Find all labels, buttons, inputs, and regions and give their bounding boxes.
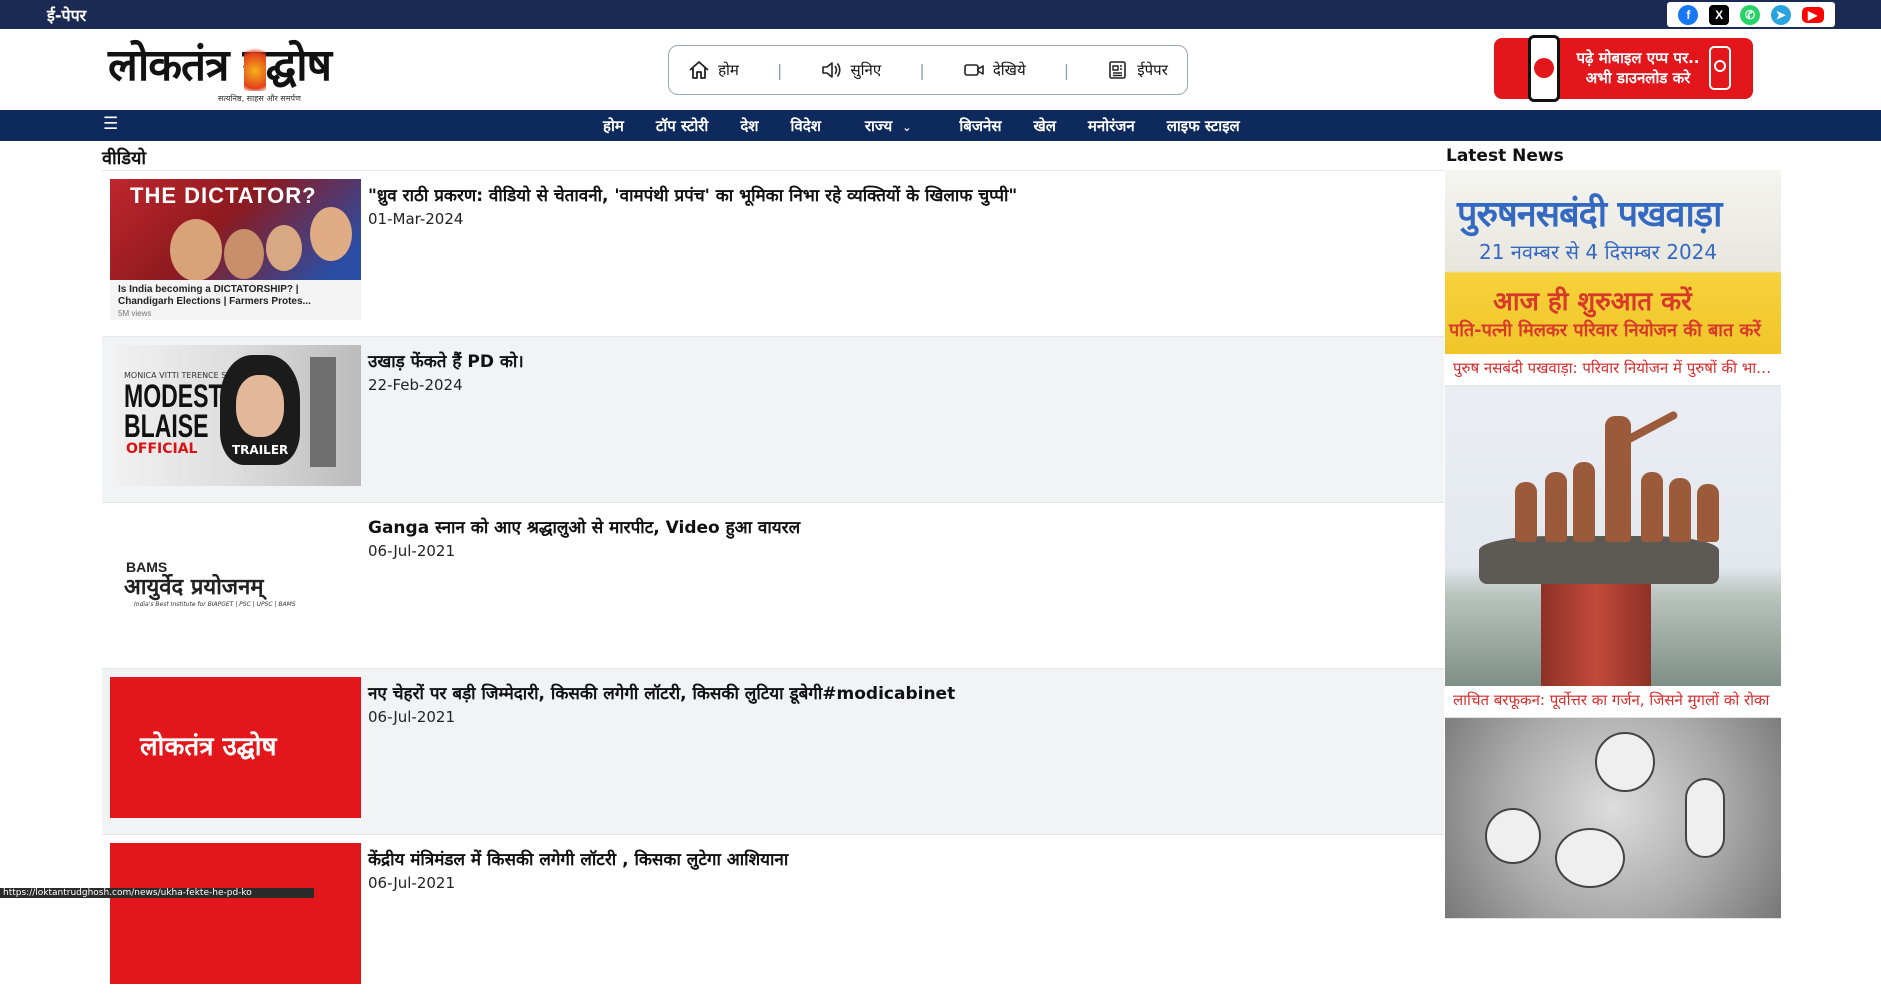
x-icon[interactable]: X bbox=[1709, 4, 1730, 25]
latest-news-caption[interactable]: पुरुष नसबंदी पखवाड़ा: परिवार नियोजन में … bbox=[1445, 354, 1781, 385]
video-date: 06-Jul-2021 bbox=[368, 542, 456, 560]
video-thumbnail[interactable]: MONICA VITTI TERENCE STAMP MODESTY BLAIS… bbox=[110, 345, 361, 486]
video-date: 06-Jul-2021 bbox=[368, 708, 456, 726]
section-title: वीडियो bbox=[102, 148, 147, 169]
phone-icon bbox=[1528, 35, 1560, 102]
video-thumbnail[interactable]: लोकतंत्र उद्घोष bbox=[110, 677, 361, 818]
youtube-icon[interactable]: ▶ bbox=[1801, 6, 1824, 23]
app-banner-line2: अभी डाउनलोड करे bbox=[1585, 69, 1691, 87]
thumb-headline: आयुर्वेद प्रयोजनम् bbox=[124, 574, 264, 600]
latest-news-image[interactable] bbox=[1445, 386, 1781, 686]
menu-icon[interactable]: ☰ bbox=[103, 114, 118, 134]
video-row[interactable]: MONICA VITTI TERENCE STAMP MODESTY BLAIS… bbox=[102, 336, 1444, 502]
top-bar: ई-पेपर f X ✆ ➤ ▶ bbox=[0, 0, 1881, 29]
video-thumbnail[interactable]: THE DICTATOR? Is India becoming a DICTAT… bbox=[110, 179, 361, 320]
separator: | bbox=[1063, 60, 1070, 80]
nav-home[interactable]: होम bbox=[603, 116, 624, 136]
nav-top-story[interactable]: टॉप स्टोरी bbox=[656, 116, 709, 136]
thumb-tag-official: OFFICIAL bbox=[126, 441, 198, 457]
quicknav-home[interactable]: होम bbox=[688, 60, 739, 80]
image-text-title: पुरुषनसबंदी पखवाड़ा bbox=[1457, 193, 1722, 235]
quick-nav: होम | सुनिए | देखिये | ईपेपर bbox=[668, 45, 1188, 95]
quicknav-watch[interactable]: देखिये bbox=[963, 60, 1026, 80]
app-banner-line1: पढ़े मोबाइल एप्प पर.. bbox=[1576, 49, 1700, 67]
nav-items: होम टॉप स्टोरी देश विदेश राज्य ⌄ बिजनेस ख… bbox=[603, 110, 1272, 141]
latest-news-list: पुरुषनसबंदी पखवाड़ा 21 नवम्बर से 4 दिसम्… bbox=[1445, 170, 1781, 919]
quicknav-epaper[interactable]: ईपेपर bbox=[1107, 60, 1168, 80]
thumb-headline: THE DICTATOR? bbox=[130, 183, 317, 208]
logo-flame-icon bbox=[244, 41, 266, 91]
nav-entertainment[interactable]: मनोरंजन bbox=[1088, 116, 1135, 136]
quicknav-listen-label: सुनिए bbox=[850, 61, 882, 79]
video-thumbnail[interactable]: BAMS आयुर्वेद प्रयोजनम् India's Best Ins… bbox=[110, 511, 361, 652]
video-row[interactable]: लोकतंत्र उद्घोष नए चेहरों पर बड़ी जिम्मे… bbox=[102, 668, 1444, 834]
nav-country[interactable]: देश bbox=[740, 116, 758, 136]
site-header: लोकतंत्र उद्घोष सत्यनिष्ठ, साहस और समर्प… bbox=[0, 29, 1881, 110]
thumb-tagline: India's Best Institute for BIAPGET | PSC… bbox=[134, 601, 296, 608]
latest-news-card[interactable] bbox=[1445, 718, 1781, 919]
latest-news-image[interactable]: पुरुषनसबंदी पखवाड़ा 21 नवम्बर से 4 दिसम्… bbox=[1445, 170, 1781, 354]
video-date: 22-Feb-2024 bbox=[368, 376, 463, 394]
facebook-icon[interactable]: f bbox=[1678, 4, 1699, 25]
video-date: 01-Mar-2024 bbox=[368, 210, 464, 228]
image-text-dates: 21 नवम्बर से 4 दिसम्बर 2024 bbox=[1479, 240, 1718, 264]
app-banner-text: पढ़े मोबाइल एप्प पर.. अभी डाउनलोड करे bbox=[1572, 48, 1704, 88]
download-icon bbox=[1709, 46, 1731, 90]
nav-states[interactable]: राज्य ⌄ bbox=[865, 116, 912, 136]
app-download-banner[interactable]: पढ़े मोबाइल एप्प पर.. अभी डाउनलोड करे bbox=[1494, 35, 1753, 102]
newspaper-icon bbox=[1107, 60, 1129, 80]
video-row[interactable]: केंद्रीय मंत्रिमंडल में किसकी लगेगी लॉटर… bbox=[102, 834, 1444, 1000]
separator: | bbox=[777, 60, 783, 80]
video-title[interactable]: नए चेहरों पर बड़ी जिम्मेदारी, किसकी लगेग… bbox=[368, 681, 955, 704]
status-bar-url: https://loktantrudghosh.com/news/ukha-fe… bbox=[0, 888, 314, 898]
logo-tagline: सत्यनिष्ठ, साहस और समर्पण bbox=[218, 94, 301, 103]
video-title[interactable]: "ध्रुव राठी प्रकरण: वीडियो से चेतावनी, '… bbox=[368, 183, 1017, 206]
video-row[interactable]: BAMS आयुर्वेद प्रयोजनम् India's Best Ins… bbox=[102, 502, 1444, 668]
video-list: THE DICTATOR? Is India becoming a DICTAT… bbox=[102, 170, 1444, 1000]
image-text-cta: आज ही शुरुआत करें bbox=[1493, 287, 1692, 317]
thumb-views: 5M views bbox=[118, 309, 152, 318]
chevron-down-icon: ⌄ bbox=[902, 120, 912, 134]
video-title[interactable]: केंद्रीय मंत्रिमंडल में किसकी लगेगी लॉटर… bbox=[368, 847, 788, 870]
main-nav: ☰ होम टॉप स्टोरी देश विदेश राज्य ⌄ बिजनेस… bbox=[0, 110, 1881, 141]
latest-news-image[interactable] bbox=[1445, 718, 1781, 918]
nav-states-label: राज्य bbox=[864, 116, 893, 135]
video-date: 06-Jul-2021 bbox=[368, 874, 456, 892]
telegram-icon[interactable]: ➤ bbox=[1770, 4, 1791, 25]
site-logo[interactable]: लोकतंत्र उद्घोष सत्यनिष्ठ, साहस और समर्प… bbox=[108, 37, 386, 103]
nav-business[interactable]: बिजनेस bbox=[959, 116, 1001, 136]
thumb-tag-trailer: TRAILER bbox=[232, 443, 289, 457]
speaker-icon bbox=[821, 60, 843, 80]
thumb-logo: लोकतंत्र उद्घोष bbox=[140, 732, 277, 762]
quicknav-watch-label: देखिये bbox=[992, 61, 1026, 79]
latest-news-caption[interactable]: लाचित बरफूकन: पूर्वोत्तर का गर्जन, जिसने… bbox=[1445, 686, 1781, 717]
nav-world[interactable]: विदेश bbox=[791, 116, 821, 136]
video-row[interactable]: THE DICTATOR? Is India becoming a DICTAT… bbox=[102, 170, 1444, 336]
latest-news-title: Latest News bbox=[1446, 146, 1564, 166]
separator: | bbox=[919, 60, 925, 80]
quicknav-home-label: होम bbox=[718, 61, 739, 79]
video-title[interactable]: Ganga स्नान को आए श्रद्धालुओ से मारपीट, … bbox=[368, 515, 800, 538]
nav-sports[interactable]: खेल bbox=[1033, 116, 1055, 136]
latest-news-card[interactable]: पुरुषनसबंदी पखवाड़ा 21 नवम्बर से 4 दिसम्… bbox=[1445, 170, 1781, 386]
home-icon bbox=[688, 60, 710, 80]
thumb-caption: Is India becoming a DICTATORSHIP? | Chan… bbox=[110, 280, 361, 320]
video-icon bbox=[963, 60, 985, 80]
whatsapp-icon[interactable]: ✆ bbox=[1739, 4, 1760, 25]
image-text-sub: पति-पत्नी मिलकर परिवार नियोजन की बात करे… bbox=[1449, 320, 1761, 341]
quicknav-epaper-label: ईपेपर bbox=[1137, 61, 1168, 79]
social-links: f X ✆ ➤ ▶ bbox=[1667, 2, 1835, 27]
epaper-link[interactable]: ई-पेपर bbox=[47, 4, 86, 26]
video-title[interactable]: उखाड़ फेंकते हैं PD को। bbox=[368, 349, 524, 372]
nav-lifestyle[interactable]: लाइफ स्टाइल bbox=[1167, 116, 1240, 136]
thumb-caption-text: Is India becoming a DICTATORSHIP? | Chan… bbox=[118, 284, 311, 307]
quicknav-listen[interactable]: सुनिए bbox=[821, 60, 882, 80]
video-thumbnail[interactable] bbox=[110, 843, 361, 984]
latest-news-card[interactable]: लाचित बरफूकन: पूर्वोत्तर का गर्जन, जिसने… bbox=[1445, 386, 1781, 718]
